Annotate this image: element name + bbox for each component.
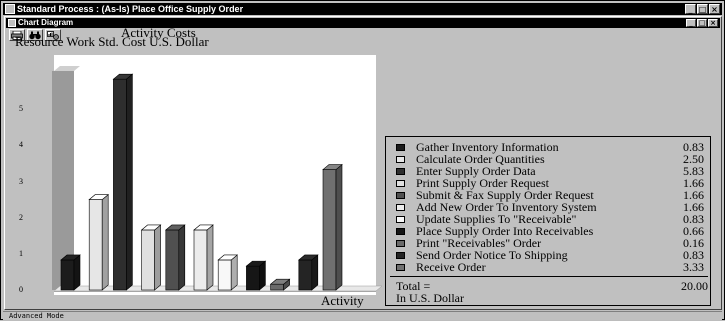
- legend-swatch: [396, 192, 405, 199]
- status-bar: Advanced Mode: [3, 311, 722, 320]
- window-title: Standard Process : (As-Is) Place Office …: [17, 4, 244, 14]
- child-titlebar[interactable]: Chart Diagram _ □ ×: [6, 18, 720, 28]
- child-maximize-button[interactable]: □: [697, 19, 707, 27]
- child-window-title: Chart Diagram: [18, 18, 74, 27]
- legend-swatch: [396, 180, 405, 187]
- legend-value: 3.33: [683, 260, 704, 274]
- total-value: 20.00: [681, 279, 708, 293]
- legend-swatch: [396, 264, 405, 271]
- legend-swatch: [396, 228, 405, 235]
- unit-label: In U.S. Dollar: [396, 291, 464, 305]
- plot-area: [54, 55, 376, 295]
- legend-swatch: [396, 216, 405, 223]
- y-axis-label: Resource Work Std. Cost U.S. Dollar: [15, 34, 209, 49]
- child-close-button[interactable]: ×: [708, 19, 718, 27]
- legend-swatch: [396, 168, 405, 175]
- child-minimize-button[interactable]: _: [686, 19, 696, 27]
- y-tick-label: 1: [19, 248, 23, 258]
- y-tick-label: 5: [19, 104, 23, 114]
- legend-label: Receive Order: [416, 260, 486, 274]
- legend-swatch: [396, 156, 405, 163]
- legend-swatch: [396, 240, 405, 247]
- y-tick-label: 0: [19, 285, 23, 294]
- legend-swatch: [396, 204, 405, 211]
- maximize-button[interactable]: □: [697, 4, 708, 14]
- legend-swatch: [396, 144, 405, 151]
- close-button[interactable]: ×: [709, 4, 720, 14]
- legend: Total = 20.00 In U.S. Dollar Gather Inve…: [385, 136, 711, 306]
- legend-item: Receive Order 3.33: [396, 260, 704, 274]
- app-icon[interactable]: [5, 4, 15, 14]
- window-titlebar[interactable]: Standard Process : (As-Is) Place Office …: [3, 3, 722, 15]
- x-axis-label: Activity: [321, 293, 364, 308]
- y-tick-label: 3: [19, 176, 23, 186]
- y-tick-label: 4: [19, 140, 23, 150]
- legend-swatch: [396, 252, 405, 259]
- child-window-icon[interactable]: [8, 19, 16, 27]
- main-window: Standard Process : (As-Is) Place Office …: [0, 0, 725, 320]
- minimize-button[interactable]: _: [685, 4, 696, 14]
- legend-total: Total = 20.00 In U.S. Dollar: [390, 276, 708, 305]
- y-tick-label: 2: [19, 212, 23, 222]
